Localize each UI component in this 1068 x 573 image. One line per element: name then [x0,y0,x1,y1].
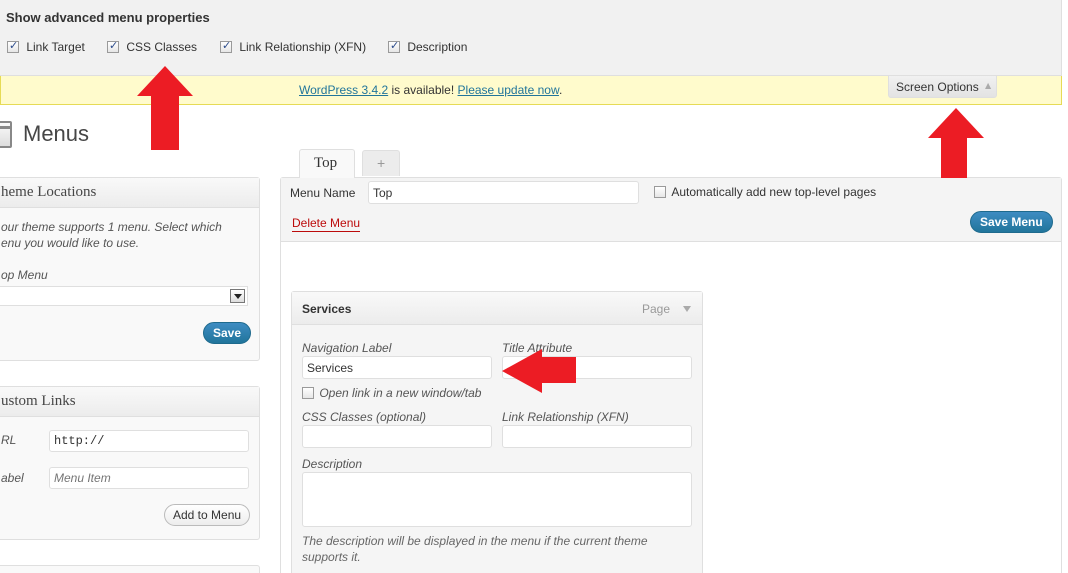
menu-edit-header: Menu Name Automatically add new top-leve… [281,178,1061,242]
delete-menu-link[interactable]: Delete Menu [292,216,361,232]
auto-add-pages[interactable]: Automatically add new top-level pages [654,185,876,199]
option-label: Link Target [26,40,85,54]
update-nag-end: . [558,83,563,97]
open-new-window-checkbox[interactable] [302,387,314,399]
custom-links-header: ustom Links [0,387,259,417]
option-description[interactable]: Description [388,39,468,54]
menu-item-title: Services [302,302,352,316]
xfn-label: Link Relationship (XFN) [502,410,629,424]
open-new-window-label: Open link in a new window/tab [319,386,482,400]
description-textarea[interactable] [302,472,692,527]
screen-options-tab-label: Screen Options [896,80,979,94]
option-label: Description [407,40,468,54]
custom-links-title: ustom Links [1,393,76,409]
add-to-menu-button[interactable]: Add to Menu [164,504,251,526]
chevron-down-icon [230,289,245,303]
nav-label-input[interactable] [302,356,492,379]
tab-top-label: Top [314,155,338,171]
option-label: Link Relationship (XFN) [239,40,367,54]
top-menu-select[interactable] [0,286,248,306]
css-classes-label: CSS Classes (optional) [302,410,427,424]
url-label: RL [1,433,17,447]
description-help-1: The description will be displayed in the… [302,534,648,548]
xfn-checkbox[interactable] [220,39,232,53]
link-text-label: abel [1,471,24,485]
xfn-input[interactable] [502,425,692,448]
page-title: Menus [23,121,90,146]
css-classes-checkbox[interactable] [107,39,119,53]
next-box-edge [0,565,260,573]
css-classes-input[interactable] [302,425,492,448]
menu-edit-panel: Menu Name Automatically add new top-leve… [280,177,1062,573]
option-css-classes[interactable]: CSS Classes [107,39,198,54]
update-nag-text: is available! [388,83,458,97]
theme-locations-box: heme Locations our theme supports 1 menu… [0,177,260,361]
wordpress-version-link[interactable]: WordPress 3.4.2 [299,83,388,97]
caret-up-icon: ▲ [985,81,992,90]
screen-options-panel: Show advanced menu properties Link Targe… [0,0,1062,76]
update-now-link[interactable]: Please update now [458,83,559,97]
description-label: Description [302,457,363,471]
menu-item-services: Services Page Navigation Label Title Att… [291,291,703,573]
theme-locations-desc-1: our theme supports 1 menu. Select which [1,220,222,234]
tab-top[interactable]: Top [299,149,355,178]
auto-add-checkbox[interactable] [654,186,666,198]
menu-name-input[interactable] [368,181,639,204]
custom-links-box: ustom Links RL abel Add to Menu [0,386,260,540]
menu-item-handle[interactable]: Services Page [292,292,702,325]
theme-locations-title: heme Locations [1,184,97,200]
screen-options-tab[interactable]: Screen Options ▲ [888,76,997,98]
menu-name-label: Menu Name [290,186,356,200]
theme-locations-header: heme Locations [0,178,259,208]
theme-locations-desc-2: enu you would like to use. [1,236,140,250]
nav-label-label: Navigation Label [302,341,392,355]
theme-locations-save-button[interactable]: Save [203,322,252,344]
option-label: CSS Classes [126,40,198,54]
url-input[interactable] [49,430,249,452]
screen-options-title: Show advanced menu properties [6,10,210,25]
tab-add-menu[interactable]: + [362,150,400,176]
menu-item-toggle-icon[interactable] [683,306,691,312]
save-menu-button[interactable]: Save Menu [970,211,1053,233]
option-link-relationship[interactable]: Link Relationship (XFN) [220,39,367,54]
menus-icon [0,121,12,148]
auto-add-label: Automatically add new top-level pages [671,185,877,199]
link-text-input[interactable] [49,467,249,489]
menu-item-type: Page [642,302,671,316]
open-new-window[interactable]: Open link in a new window/tab [302,386,481,400]
plus-icon: + [377,155,386,171]
link-target-checkbox[interactable] [7,39,19,53]
description-checkbox[interactable] [388,39,400,53]
option-link-target[interactable]: Link Target [7,39,85,54]
top-menu-label: op Menu [1,268,48,282]
description-help-2: supports it. [302,550,361,564]
